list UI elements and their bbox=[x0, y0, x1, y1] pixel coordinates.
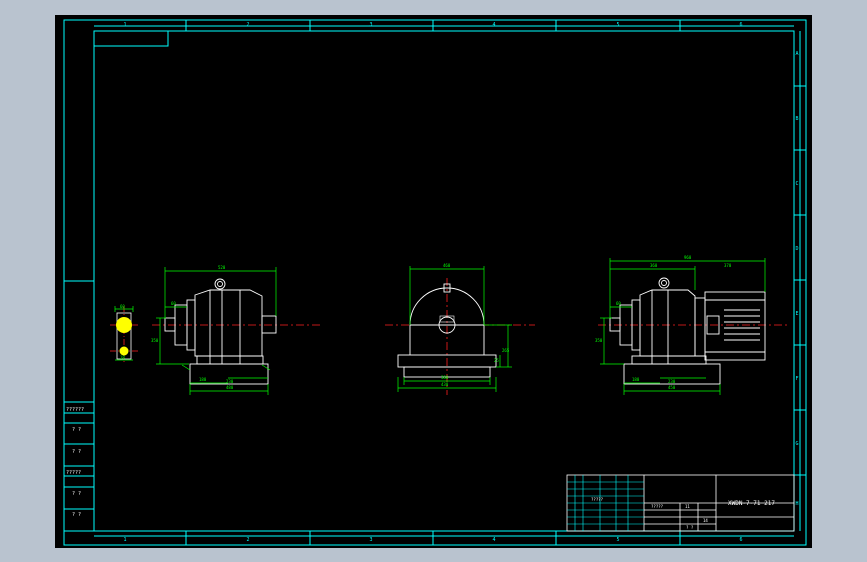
title-field-1: ????? bbox=[591, 497, 604, 502]
cad-viewport[interactable]: 1 2 3 4 5 6 1 2 3 4 5 6 A B C D E F G H bbox=[0, 0, 867, 562]
motor-dim-foot-total: 450 bbox=[668, 385, 676, 390]
zone-col-top-5: 5 bbox=[616, 22, 619, 28]
side-table-row-3: ? ? bbox=[72, 449, 81, 455]
motor-dim-seg-2: 370 bbox=[724, 263, 732, 268]
motor-dim-seg-1: 360 bbox=[650, 263, 658, 268]
zone-col-top-3: 3 bbox=[369, 22, 372, 28]
zone-row-f: F bbox=[795, 376, 798, 382]
motor-dim-shaft-ext: 60 bbox=[616, 301, 621, 306]
zone-row-d: D bbox=[795, 246, 798, 252]
detail-dim-d1: 60 bbox=[120, 304, 125, 309]
zone-row-h: H bbox=[795, 501, 798, 507]
zone-col-bottom-2: 2 bbox=[246, 537, 249, 543]
title-field-4: 14 bbox=[703, 518, 708, 523]
side-table-row-4: ????? bbox=[66, 470, 81, 476]
end-dim-base-outer: 430 bbox=[441, 382, 449, 387]
front-dim-foot-total: 480 bbox=[226, 385, 234, 390]
zone-col-top-4: 4 bbox=[492, 22, 495, 28]
end-dim-top-width: 460 bbox=[443, 263, 451, 268]
motor-dim-foot-2: 230 bbox=[668, 379, 676, 384]
side-table-row-5: ? ? bbox=[72, 491, 81, 497]
zone-row-b: B bbox=[795, 116, 798, 122]
zone-col-top-6: 6 bbox=[739, 22, 742, 28]
title-field-3: 11 bbox=[685, 504, 690, 509]
side-table-row-2: ? ? bbox=[72, 427, 81, 433]
end-dim-center-height: 265 bbox=[502, 348, 510, 353]
zone-col-bottom-5: 5 bbox=[616, 537, 619, 543]
zone-col-bottom-6: 6 bbox=[739, 537, 742, 543]
end-dim-base-inner: 380 bbox=[441, 375, 449, 380]
drawing-code: XWDN-7-71 217 bbox=[728, 500, 775, 507]
front-dim-shaft-ext: 60 bbox=[171, 301, 176, 306]
title-field-5: ? ? bbox=[686, 525, 694, 530]
zone-row-g: G bbox=[795, 441, 798, 447]
detail-flange-circle bbox=[116, 317, 132, 333]
title-field-2: ????? bbox=[651, 504, 664, 509]
zone-col-top-1: 1 bbox=[123, 22, 126, 28]
motor-dim-overall-length: 960 bbox=[684, 255, 692, 260]
front-dim-height: 350 bbox=[151, 338, 159, 343]
drawing-background bbox=[55, 15, 812, 548]
front-dim-foot-2: 230 bbox=[226, 379, 234, 384]
motor-dim-height: 350 bbox=[595, 338, 603, 343]
zone-col-bottom-3: 3 bbox=[369, 537, 372, 543]
side-table-row-1: ?????? bbox=[66, 407, 84, 413]
zone-col-bottom-1: 1 bbox=[123, 537, 126, 543]
cad-drawing-canvas[interactable]: 1 2 3 4 5 6 1 2 3 4 5 6 A B C D E F G H bbox=[0, 0, 867, 562]
motor-dim-foot-1: 180 bbox=[632, 377, 640, 382]
end-dim-foot-height: 25 bbox=[494, 358, 499, 363]
zone-row-c: C bbox=[795, 181, 798, 187]
front-dim-foot-1: 180 bbox=[199, 377, 207, 382]
front-dim-overall-width: 520 bbox=[218, 265, 226, 270]
zone-col-top-2: 2 bbox=[246, 22, 249, 28]
zone-col-bottom-4: 4 bbox=[492, 537, 495, 543]
detail-dim-d2: 18 bbox=[120, 355, 125, 360]
side-table-row-6: ? ? bbox=[72, 512, 81, 518]
zone-row-e: E bbox=[795, 311, 798, 317]
zone-row-a: A bbox=[795, 51, 798, 57]
